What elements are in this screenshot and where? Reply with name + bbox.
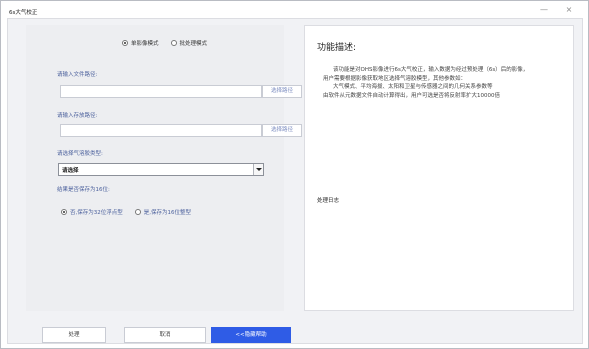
- save-16bit-radio[interactable]: 是,保存为16位整型: [134, 208, 191, 216]
- radio-unchecked-icon: [170, 40, 177, 46]
- radio-checked-icon: [122, 40, 128, 46]
- help-line: 由软件从元数据文件自动计算得出，用户可选是否将反射率扩大10000倍: [323, 92, 500, 99]
- save-format-label: 结果是否保存为16位:: [57, 187, 110, 193]
- aerosol-type-select[interactable]: 请选择: [58, 163, 264, 176]
- aerosol-type-value: 请选择: [62, 167, 79, 174]
- chevron-down-icon[interactable]: [253, 164, 263, 175]
- radio-unchecked-icon: [134, 209, 141, 215]
- client-area: 单影像模式 批处理模式 请输入文件路径: 选择路径 请输入存放路径: 选择路径 …: [7, 18, 583, 344]
- save-16bit-label: 是,保存为16位整型: [143, 210, 191, 216]
- help-line: 用户需要根据影像获取地区选择气溶胶模型，其他参数如：: [323, 75, 467, 82]
- save-format-selector: 否,保存为32位浮点型 是,保存为16位整型: [61, 208, 203, 216]
- mode-single-radio[interactable]: 单影像模式: [122, 39, 159, 47]
- parameter-panel: 单影像模式 批处理模式 请输入文件路径: 选择路径 请输入存放路径: 选择路径 …: [26, 25, 302, 311]
- save-32bit-label: 否,保存为32位浮点型: [70, 210, 123, 216]
- aerosol-type-label: 请选择气溶胶类型:: [57, 151, 103, 157]
- hide-help-button[interactable]: <<隐藏帮助: [211, 327, 291, 343]
- mode-selector: 单影像模式 批处理模式: [122, 38, 219, 48]
- mode-batch-label: 批处理模式: [179, 41, 208, 47]
- help-description: 该功能是对OHS影像进行6s大气校正，输入数据为经过预处理（6s）后的影像， 用…: [323, 66, 568, 100]
- input-path-field[interactable]: [60, 85, 262, 98]
- radio-checked-icon: [61, 209, 67, 215]
- close-icon[interactable]: ×: [562, 4, 576, 16]
- output-path-label: 请输入存放路径:: [57, 113, 98, 119]
- help-title: 功能描述:: [317, 43, 357, 53]
- input-path-label: 请输入文件路径:: [57, 72, 98, 78]
- app-window: 6s大气校正 — × 单影像模式 批处理模式 请输入文件路径: 选择路径 请输入…: [0, 0, 589, 349]
- help-panel: 功能描述: 该功能是对OHS影像进行6s大气校正，输入数据为经过预处理（6s）后…: [304, 25, 574, 311]
- log-title: 处理日志: [317, 198, 340, 204]
- help-line: 大气模式、平均海拔、太阳和卫星与传感器之间的几何关系参数等: [333, 84, 493, 90]
- cancel-button[interactable]: 取消: [124, 327, 206, 343]
- help-line: 该功能是对OHS影像进行6s大气校正，输入数据为经过预处理（6s）后的影像，: [333, 67, 529, 73]
- mode-batch-radio[interactable]: 批处理模式: [170, 39, 208, 47]
- minimize-icon[interactable]: —: [537, 4, 551, 16]
- output-path-field[interactable]: [60, 124, 262, 137]
- mode-single-label: 单影像模式: [131, 41, 159, 47]
- window-title: 6s大气校正: [9, 10, 38, 16]
- output-browse-button[interactable]: 选择路径: [262, 124, 302, 137]
- input-browse-button[interactable]: 选择路径: [262, 85, 302, 98]
- save-32bit-radio[interactable]: 否,保存为32位浮点型: [61, 208, 123, 216]
- run-button[interactable]: 处理: [42, 327, 106, 343]
